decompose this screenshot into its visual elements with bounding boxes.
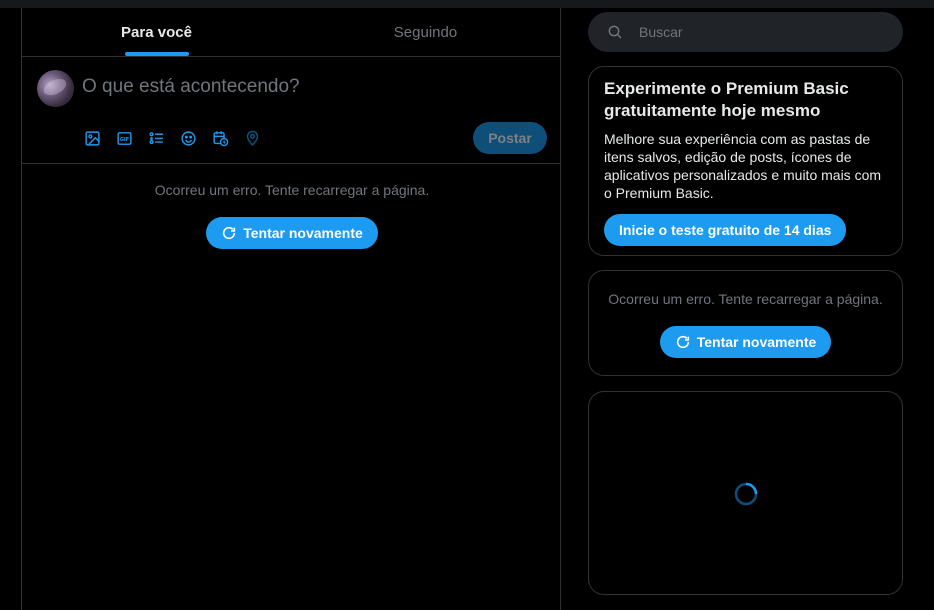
tab-label: Para você xyxy=(121,23,192,41)
search-bar xyxy=(588,12,903,52)
feed-error: Ocorreu um erro. Tente recarregar a pági… xyxy=(22,182,562,249)
post-composer: GIF Postar xyxy=(22,57,560,164)
timeline-tabs: Para você Seguindo xyxy=(22,8,560,57)
search-input[interactable] xyxy=(639,12,879,52)
start-trial-button[interactable]: Inicie o teste gratuito de 14 dias xyxy=(604,214,847,246)
loading-spinner-icon xyxy=(734,482,758,506)
loading-card xyxy=(588,391,903,595)
composer-toolbar: GIF xyxy=(76,126,268,150)
retry-button[interactable]: Tentar novamente xyxy=(206,217,378,249)
search-icon xyxy=(608,25,622,39)
tab-label: Seguindo xyxy=(393,23,458,41)
tab-para-voce[interactable]: Para você xyxy=(22,8,291,56)
retry-button[interactable]: Tentar novamente xyxy=(659,326,832,358)
avatar[interactable] xyxy=(37,70,74,107)
refresh-icon xyxy=(223,226,236,240)
active-tab-indicator xyxy=(124,52,189,56)
image-icon[interactable] xyxy=(76,126,108,150)
poll-icon[interactable] xyxy=(140,126,172,150)
retry-label: Tentar novamente xyxy=(243,225,363,241)
retry-label: Tentar novamente xyxy=(696,334,817,350)
sidebar: Experimente o Premium Basic gratuitament… xyxy=(588,12,903,595)
post-button[interactable]: Postar xyxy=(473,122,547,154)
premium-title: Experimente o Premium Basic gratuitament… xyxy=(604,79,849,120)
emoji-icon[interactable] xyxy=(172,126,204,150)
premium-card: Experimente o Premium Basic gratuitament… xyxy=(588,66,903,256)
sidebar-error-card: Ocorreu um erro. Tente recarregar a pági… xyxy=(588,270,903,376)
top-bar xyxy=(0,0,934,8)
main-column: Para você Seguindo GIF xyxy=(21,8,561,610)
refresh-icon xyxy=(676,335,689,349)
gif-icon[interactable]: GIF xyxy=(108,126,140,150)
premium-description: Melhore sua experiência com as pastas de… xyxy=(604,131,882,201)
svg-text:GIF: GIF xyxy=(119,136,128,142)
error-message: Ocorreu um erro. Tente recarregar a pági… xyxy=(154,182,430,198)
error-message: Ocorreu um erro. Tente recarregar a pági… xyxy=(608,291,883,307)
compose-input[interactable] xyxy=(82,74,542,100)
tab-seguindo[interactable]: Seguindo xyxy=(291,8,560,56)
schedule-icon[interactable] xyxy=(204,126,236,150)
location-icon[interactable] xyxy=(236,126,268,150)
